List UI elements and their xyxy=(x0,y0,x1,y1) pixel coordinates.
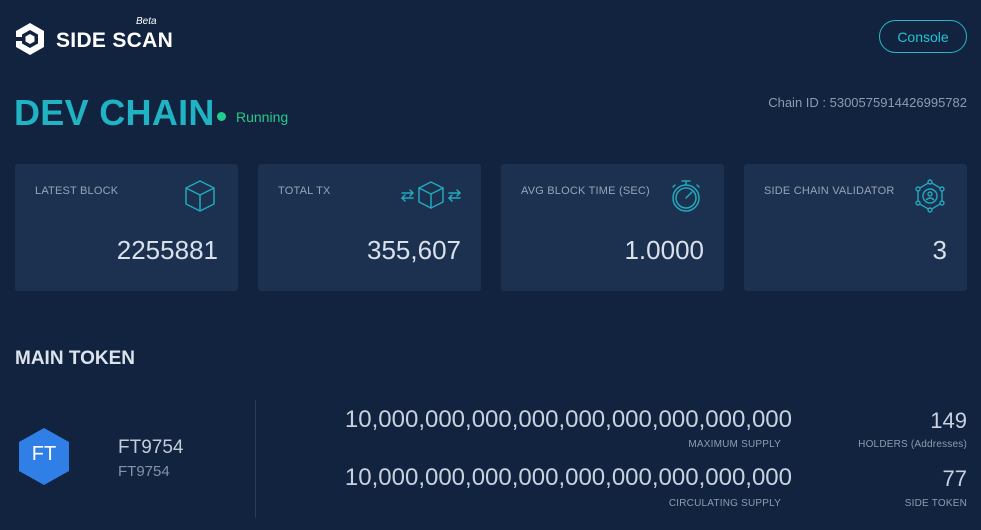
stat-card-avg-block-time: AVG BLOCK TIME (SEC) 1.0000 xyxy=(501,164,724,291)
beta-badge: Beta xyxy=(136,16,157,27)
page: SIDE SCAN Beta Console DEV CHAIN Running… xyxy=(0,0,981,530)
circulating-supply-label: CIRCULATING SUPPLY xyxy=(668,498,781,509)
max-supply-value: 10,000,000,000,000,000,000,000,000,000 xyxy=(344,406,792,433)
stopwatch-icon xyxy=(672,180,700,212)
stat-value: 2255881 xyxy=(116,235,218,265)
chain-name: DEV CHAIN xyxy=(14,92,215,133)
stat-label: AVG BLOCK TIME (SEC) xyxy=(521,185,650,197)
stat-label: LATEST BLOCK xyxy=(35,185,119,197)
logo-text: SIDE SCAN xyxy=(56,29,174,52)
holders-value: 149 xyxy=(930,408,967,433)
stat-label: SIDE CHAIN VALIDATOR xyxy=(764,185,895,197)
circulating-supply-value: 10,000,000,000,000,000,000,000,000,000 xyxy=(344,464,792,491)
token-divider xyxy=(255,400,256,518)
stat-card-latest-block: LATEST BLOCK 2255881 xyxy=(15,164,238,291)
validator-network-icon xyxy=(915,179,945,213)
holders-label: HOLDERS (Addresses) xyxy=(858,439,967,450)
stat-card-side-chain-validator: SIDE CHAIN VALIDATOR 3 xyxy=(744,164,967,291)
status-dot xyxy=(217,112,226,121)
chain-status: Running xyxy=(236,109,289,125)
token-symbol: FT9754 xyxy=(118,463,170,480)
stat-value: 1.0000 xyxy=(624,235,704,265)
console-button[interactable]: Console xyxy=(879,20,967,53)
stat-value: 355,607 xyxy=(367,235,461,265)
side-scan-logo-icon xyxy=(16,23,44,55)
token-logo-symbol: FT xyxy=(31,443,57,465)
side-token-label: SIDE TOKEN xyxy=(904,498,967,509)
max-supply-label: MAXIMUM SUPPLY xyxy=(688,439,781,450)
token-name[interactable]: FT9754 xyxy=(118,437,183,459)
chain-id: Chain ID : 5300575914426995782 xyxy=(768,95,967,110)
side-token-value: 77 xyxy=(942,466,967,491)
stat-value: 3 xyxy=(932,235,947,265)
stat-card-total-tx: TOTAL TX 355,607 xyxy=(258,164,481,291)
stat-label: TOTAL TX xyxy=(278,185,331,197)
main-token-title: MAIN TOKEN xyxy=(15,348,135,369)
transfer-cube-icon xyxy=(401,181,461,209)
side-scan-logo[interactable]: SIDE SCAN Beta xyxy=(14,16,174,56)
cube-icon xyxy=(185,180,215,212)
